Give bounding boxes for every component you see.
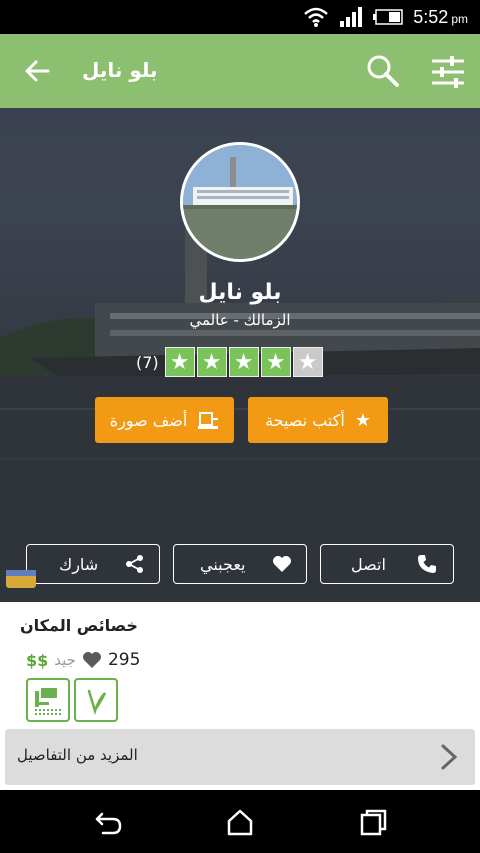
add-photo-button[interactable]: أضف صورة [95, 397, 234, 443]
nav-home-icon[interactable] [225, 808, 255, 836]
nav-back-icon[interactable] [93, 808, 123, 836]
wifi-icon [304, 7, 329, 27]
app-bar-title: بلو نايل [82, 58, 158, 82]
battery-icon [373, 9, 404, 25]
stats-row: $$ جيد 295 [26, 650, 140, 670]
seating-feature-icon [26, 678, 70, 722]
likes-count: 295 [107, 650, 141, 670]
back-arrow-icon[interactable] [22, 56, 52, 86]
seating-icon [35, 688, 61, 715]
chevron-right-icon [441, 744, 458, 770]
star-icon: ★ [196, 347, 227, 377]
more-details-label: المزيد من التفاصيل [17, 746, 138, 764]
add-photo-icon [198, 412, 219, 429]
like-button[interactable]: يعجبني [173, 544, 307, 584]
add-photo-label: أضف صورة [109, 410, 188, 430]
quality-label: جيد [54, 651, 76, 669]
status-bar: 5:52 pm [0, 0, 480, 34]
hero-section: بلو نايل الزمالك - عالمي (7) ★ ★ ★ ★ ★ أضف ص… [0, 108, 480, 602]
rating-count: (7) [136, 352, 159, 372]
share-button[interactable]: شارك [26, 544, 160, 584]
clock: 5:52 pm [413, 6, 468, 27]
call-button[interactable]: اتصل [320, 544, 454, 584]
likes-heart-icon [82, 652, 101, 668]
star-icon: ★ [260, 347, 291, 377]
vegetarian-feature-icon [74, 678, 118, 722]
star-icon: ★ [292, 347, 323, 377]
rating: (7) ★ ★ ★ ★ ★ [136, 346, 323, 378]
write-tip-label: أكتب نصيحة [265, 410, 345, 430]
system-nav-bar [0, 790, 480, 853]
star-icon: ★ [228, 347, 259, 377]
like-label: يعجبني [200, 554, 246, 574]
rating-stars: ★ ★ ★ ★ ★ [163, 347, 323, 377]
nav-recent-apps-icon[interactable] [358, 808, 388, 836]
place-avatar [180, 142, 300, 262]
call-label: اتصل [351, 554, 386, 574]
share-label: شارك [59, 554, 99, 574]
search-icon[interactable] [366, 54, 400, 88]
price-level: $$ [26, 650, 49, 670]
share-icon [126, 555, 143, 573]
vegetarian-icon [87, 689, 107, 715]
write-tip-button[interactable]: ★ أكتب نصيحة [248, 397, 388, 443]
filter-sliders-icon[interactable] [430, 54, 466, 90]
section-title: خصائص المكان [20, 616, 138, 635]
side-badge-icon [6, 570, 36, 588]
app-bar: بلو نايل [0, 34, 480, 108]
star-icon: ★ [164, 347, 195, 377]
star-icon: ★ [354, 409, 371, 431]
more-details-button[interactable]: المزيد من التفاصيل [5, 729, 475, 785]
heart-icon [273, 556, 291, 572]
details-panel: خصائص المكان $$ جيد 295 المزيد من التفاص… [0, 602, 480, 790]
signal-icon [340, 7, 363, 27]
place-subtitle: الزمالك - عالمي [189, 311, 291, 329]
place-name: بلو نايل [198, 280, 282, 305]
phone-icon [418, 555, 436, 573]
